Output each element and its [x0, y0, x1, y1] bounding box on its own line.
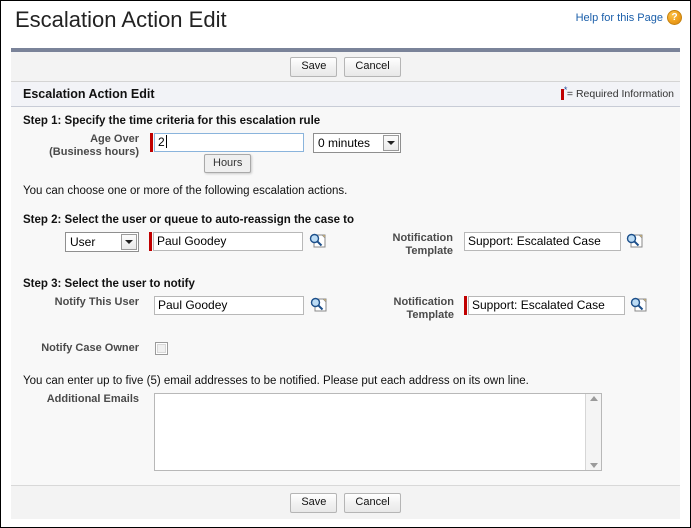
age-over-label-line1: Age Over [90, 133, 139, 145]
age-over-label: Age Over (Business hours) [11, 133, 139, 159]
age-unit-select-value: 0 minutes [318, 136, 371, 150]
save-button-top[interactable]: Save [290, 56, 338, 77]
lookup-magnifier-icon[interactable] [626, 233, 643, 249]
page-title: Escalation Action Edit [15, 7, 227, 32]
additional-emails-hint: You can enter up to five (5) email addre… [23, 375, 529, 387]
assignee-type-select-value: User [70, 235, 96, 249]
scroll-up-arrow-icon[interactable] [589, 396, 598, 401]
step2-notification-label-line1: Notification [392, 232, 454, 244]
assignee-required-marker [149, 232, 152, 251]
step3-notification-template-label: Notification Template [359, 296, 455, 322]
step3-notification-required-marker [464, 296, 467, 315]
lookup-magnifier-icon[interactable] [630, 297, 647, 313]
lookup-magnifier-icon[interactable] [310, 297, 327, 313]
notify-this-user-label: Notify This User [54, 296, 139, 308]
question-mark-circle-icon[interactable] [667, 10, 682, 25]
step2-notification-template-value: Support: Escalated Case [468, 234, 601, 248]
step3-notification-label-line2: Template [406, 309, 454, 321]
step3-heading: Step 3: Select the user to notify [23, 278, 195, 290]
notify-this-user-value: Paul Goodey [158, 298, 228, 312]
step3-notification-template-value: Support: Escalated Case [472, 298, 605, 312]
help-for-this-page[interactable]: Help for this Page [576, 10, 682, 25]
assignee-input[interactable]: Paul Goodey [153, 232, 303, 251]
scroll-down-arrow-icon[interactable] [589, 463, 598, 468]
step2-notification-template-label: Notification Template [358, 232, 454, 258]
assignee-type-select[interactable]: User [65, 232, 139, 252]
lookup-magnifier-icon[interactable] [309, 233, 326, 249]
step3-notification-label-line1: Notification [393, 296, 455, 308]
required-legend-text: = Required Information [566, 88, 674, 100]
hours-tooltip: Hours [204, 154, 252, 173]
cancel-button-bottom[interactable]: Cancel [344, 492, 401, 513]
text-cursor [165, 135, 167, 148]
age-over-required-marker [150, 133, 153, 152]
section-header: Escalation Action Edit = Required Inform… [11, 82, 680, 107]
additional-emails-value[interactable] [155, 394, 585, 470]
step2-notification-label-line2: Template [405, 245, 453, 257]
form-body: Step 1: Specify the time criteria for th… [11, 107, 680, 485]
step2-heading: Step 2: Select the user or queue to auto… [23, 214, 355, 226]
page-header: Escalation Action Edit Help for this Pag… [1, 1, 690, 48]
required-information-legend: = Required Information [560, 85, 674, 100]
help-link[interactable]: Help for this Page [576, 12, 663, 24]
chevron-down-icon[interactable] [383, 135, 399, 151]
escalation-action-edit-page: Escalation Action Edit Help for this Pag… [0, 0, 691, 528]
bottom-button-bar: Save Cancel [11, 485, 680, 519]
escalation-actions-info-text: You can choose one or more of the follow… [23, 185, 348, 197]
assignee-value: Paul Goodey [157, 234, 227, 248]
top-button-bar: Save Cancel [11, 52, 680, 82]
notify-this-user-input[interactable]: Paul Goodey [154, 296, 304, 315]
chevron-down-icon[interactable] [121, 234, 137, 250]
step2-notification-template-input[interactable]: Support: Escalated Case [464, 232, 621, 251]
save-button-bottom[interactable]: Save [290, 492, 338, 513]
notify-case-owner-label: Notify Case Owner [41, 342, 139, 354]
age-unit-select[interactable]: 0 minutes [313, 133, 401, 153]
section-title: Escalation Action Edit [23, 87, 155, 101]
textarea-scrollbar[interactable] [585, 394, 601, 470]
additional-emails-textarea[interactable] [154, 393, 602, 471]
cancel-button-top[interactable]: Cancel [344, 56, 401, 77]
required-marker-icon [560, 85, 567, 100]
age-over-input[interactable]: 2 [154, 133, 304, 152]
step3-notification-template-input[interactable]: Support: Escalated Case [468, 296, 625, 315]
notify-case-owner-checkbox[interactable] [155, 342, 168, 355]
age-over-label-line2: (Business hours) [49, 146, 139, 158]
step1-heading: Step 1: Specify the time criteria for th… [23, 115, 321, 127]
additional-emails-label: Additional Emails [46, 393, 139, 405]
age-over-value: 2 [158, 135, 165, 149]
